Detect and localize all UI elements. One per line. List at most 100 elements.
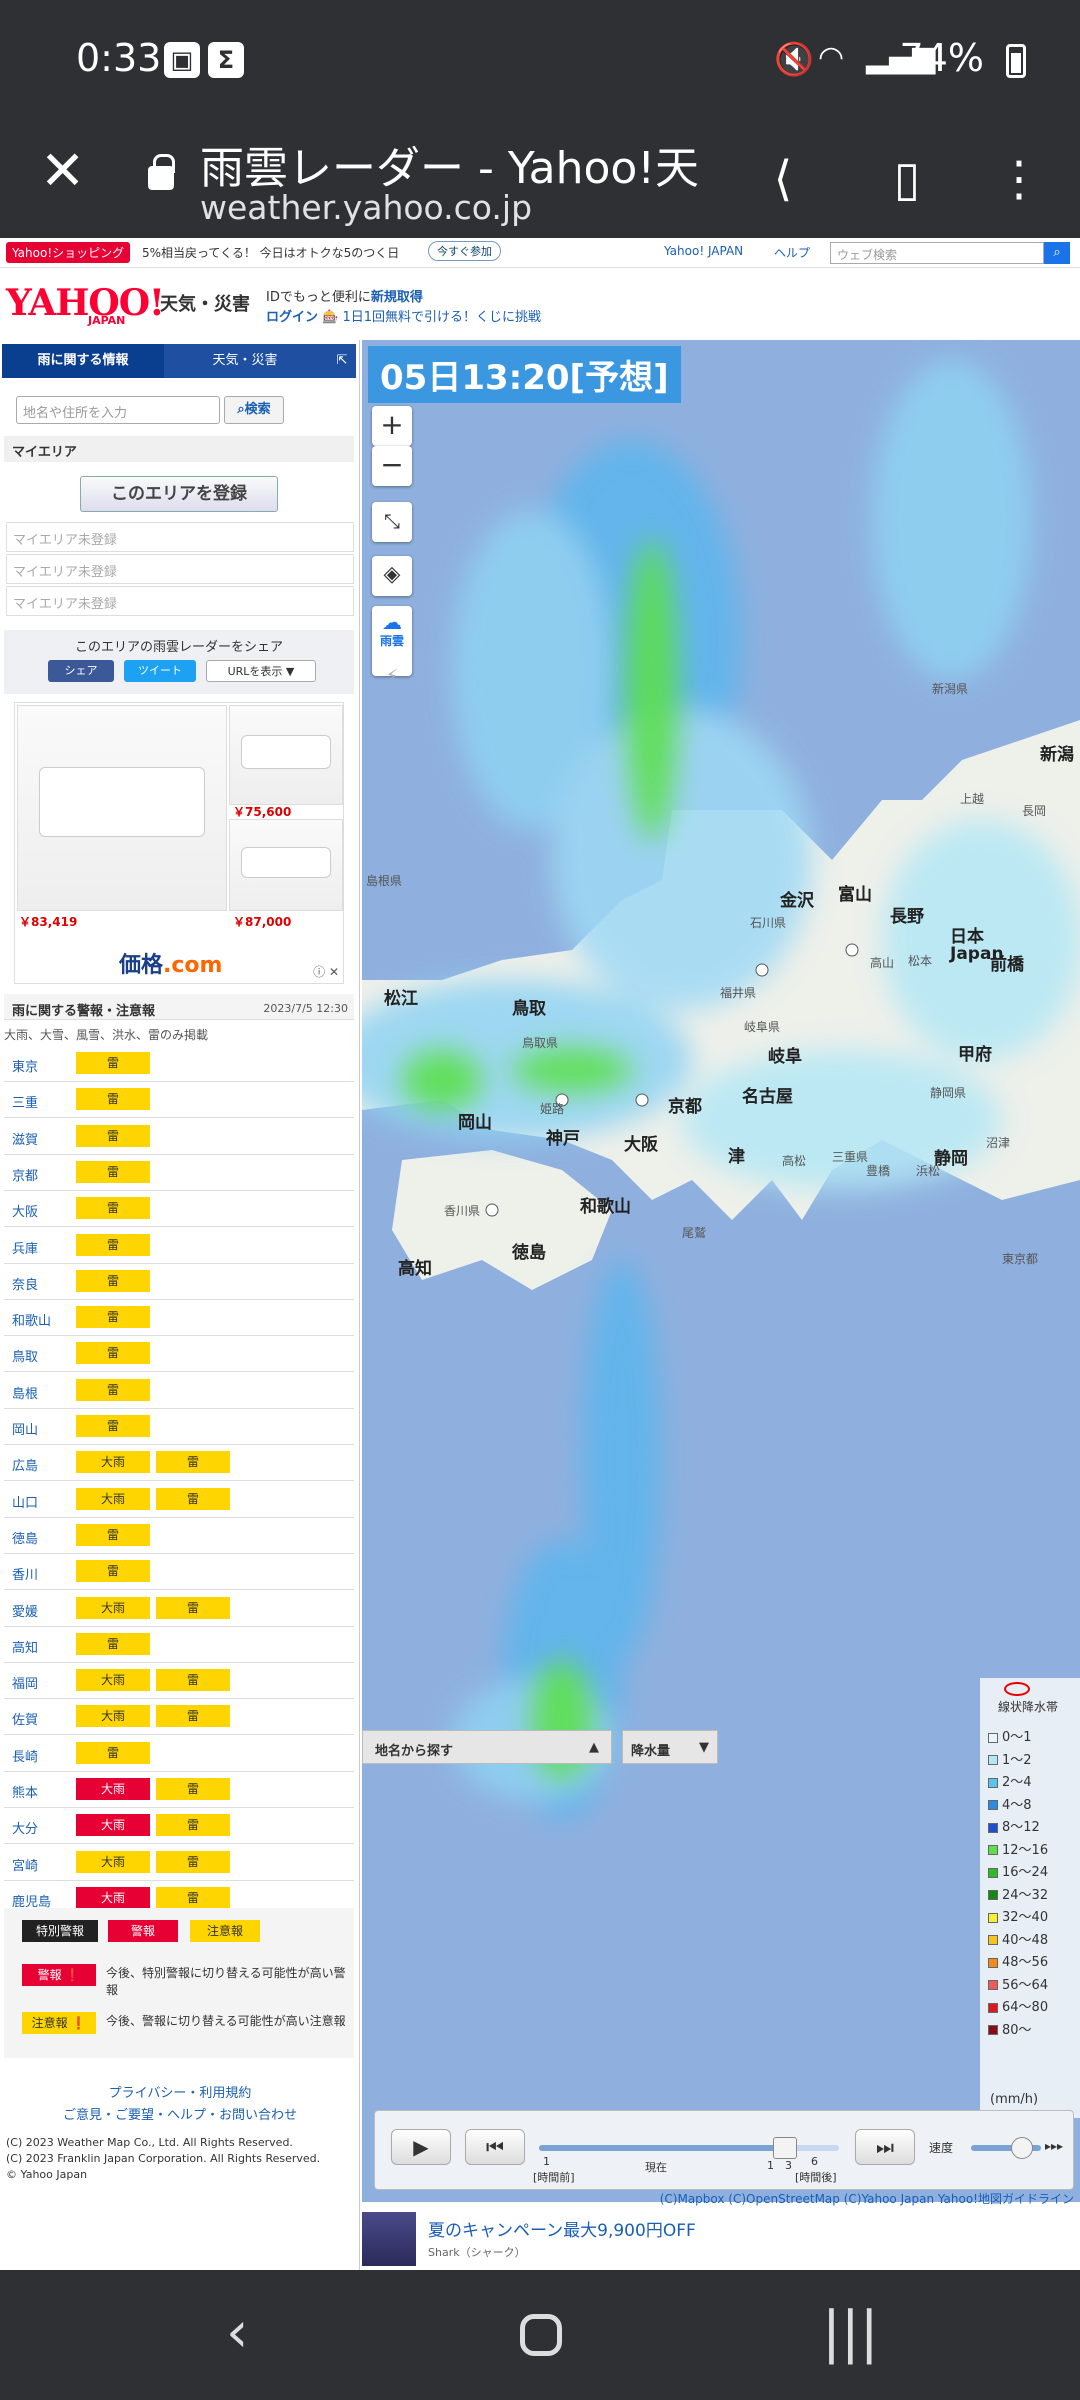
more-menu-icon[interactable]: ⋮ <box>984 144 1054 214</box>
warning-prefecture[interactable]: 愛媛 <box>12 1601 38 1620</box>
feedback-link[interactable]: ご意見・ご要望・ヘルプ・お問い合わせ <box>0 2104 360 2123</box>
warning-row[interactable]: 福岡 大雨雷 <box>4 1663 354 1700</box>
ad-product-image[interactable] <box>229 819 343 911</box>
zoom-in-button[interactable]: + <box>372 406 412 446</box>
warning-prefecture[interactable]: 和歌山 <box>12 1310 51 1329</box>
step-forward-button[interactable]: ⏭ <box>855 2129 915 2165</box>
rain-radar-map[interactable]: 05日13:20[予想] + − ⤡ ◈ ☁ 雨雲 ⚡ 新潟県 上越 新潟 長岡 金沢 富山… <box>362 340 1080 2202</box>
layers-icon[interactable]: ◈ <box>372 556 412 596</box>
page-url[interactable]: weather.yahoo.co.jp <box>200 188 532 227</box>
lottery-link[interactable]: 1日1回無料で引ける！くじに挑戦 <box>342 310 541 325</box>
warning-prefecture[interactable]: 宮崎 <box>12 1855 38 1874</box>
register-area-button[interactable]: このエリアを登録 <box>80 476 278 512</box>
ad-product-image[interactable] <box>229 705 343 805</box>
warning-prefecture[interactable]: 佐賀 <box>12 1709 38 1728</box>
privacy-link[interactable]: プライバシー・利用規約 <box>0 2082 360 2101</box>
warning-row[interactable]: 佐賀 大雨雷 <box>4 1699 354 1736</box>
warning-prefecture[interactable]: 岡山 <box>12 1419 38 1438</box>
warning-prefecture[interactable]: 香川 <box>12 1564 38 1583</box>
warning-row[interactable]: 長崎 雷 <box>4 1736 354 1772</box>
warning-prefecture[interactable]: 兵庫 <box>12 1238 38 1257</box>
warning-row[interactable]: 奈良 雷 <box>4 1264 354 1300</box>
close-tab-icon[interactable]: ✕ <box>40 136 85 206</box>
warning-row[interactable]: 山口 大雨雷 <box>4 1482 354 1518</box>
warning-prefecture[interactable]: 京都 <box>12 1165 38 1184</box>
lock-icon[interactable] <box>148 154 175 190</box>
place-search-input[interactable]: 地名や住所を入力 <box>16 396 220 424</box>
warning-row[interactable]: 和歌山 雷 <box>4 1300 354 1337</box>
warning-row[interactable]: 徳島 雷 <box>4 1518 354 1554</box>
warning-prefecture[interactable]: 山口 <box>12 1492 38 1511</box>
play-button[interactable]: ▶ <box>391 2129 451 2165</box>
time-slider-handle[interactable] <box>773 2137 797 2159</box>
myarea-slot[interactable]: マイエリア未登録 <box>6 586 354 616</box>
help-link[interactable]: ヘルプ <box>774 244 810 261</box>
warning-prefecture[interactable]: 東京 <box>12 1056 38 1075</box>
warning-row[interactable]: 熊本 大雨雷 <box>4 1772 354 1808</box>
join-now-button[interactable]: 今すぐ参加 <box>428 241 501 261</box>
recents-icon[interactable]: ||| <box>822 2300 879 2365</box>
warning-prefecture[interactable]: 奈良 <box>12 1274 38 1293</box>
warning-row[interactable]: 宮崎 大雨雷 <box>4 1845 354 1881</box>
ad-product-image[interactable] <box>17 705 227 911</box>
warning-prefecture[interactable]: 熊本 <box>12 1782 38 1801</box>
shopping-ad-text[interactable]: 5%相当戻ってくる！ 今日はオトクな5のつく日 <box>142 244 399 261</box>
tab-weather-disaster[interactable]: 天気・災害 <box>166 344 324 378</box>
warning-row[interactable]: 高知 雷 <box>4 1627 354 1663</box>
place-search-toggle[interactable]: 地名から探す ▲ <box>362 1730 612 1764</box>
myarea-slot[interactable]: マイエリア未登録 <box>6 554 354 584</box>
map-attribution[interactable]: (C)Mapbox (C)OpenStreetMap (C)Yahoo Japa… <box>362 2190 1080 2210</box>
twitter-share-button[interactable]: ツイート <box>124 660 196 682</box>
login-link[interactable]: ログイン <box>266 310 318 325</box>
home-icon[interactable] <box>520 2314 562 2356</box>
warning-row[interactable]: 三重 雷 <box>4 1082 354 1119</box>
step-back-button[interactable]: ⏮ <box>465 2129 525 2165</box>
yahoo-japan-link[interactable]: Yahoo! JAPAN <box>664 244 743 258</box>
new-id-link[interactable]: 新規取得 <box>371 290 423 305</box>
warning-row[interactable]: 広島 大雨雷 <box>4 1445 354 1482</box>
service-name[interactable]: 天気・災害 <box>160 290 250 316</box>
rain-amount-toggle[interactable]: 降水量 ▼ <box>622 1730 718 1764</box>
ad-close-icon[interactable]: ⓘ ✕ <box>313 963 339 980</box>
warning-row[interactable]: 兵庫 雷 <box>4 1228 354 1264</box>
warning-prefecture[interactable]: 三重 <box>12 1092 38 1111</box>
tab-rain-info[interactable]: 雨に関する情報 <box>2 344 164 378</box>
warning-row[interactable]: 愛媛 大雨雷 <box>4 1591 354 1627</box>
share-icon[interactable]: ⟨ <box>748 144 818 214</box>
promo-ad[interactable]: 夏のキャンペーン最大9,900円OFF Shark（シャーク） <box>362 2208 1080 2268</box>
warning-prefecture[interactable]: 鳥取 <box>12 1346 38 1365</box>
warning-prefecture[interactable]: 長崎 <box>12 1746 38 1765</box>
warning-prefecture[interactable]: 大阪 <box>12 1201 38 1220</box>
warning-prefecture[interactable]: 広島 <box>12 1455 38 1474</box>
zoom-out-button[interactable]: − <box>372 446 412 486</box>
warning-row[interactable]: 大阪 雷 <box>4 1191 354 1228</box>
warning-prefecture[interactable]: 福岡 <box>12 1673 38 1692</box>
speed-slider-handle[interactable] <box>1011 2137 1033 2159</box>
warning-prefecture[interactable]: 徳島 <box>12 1528 38 1547</box>
shopping-link[interactable]: Yahoo!ショッピング <box>6 242 131 263</box>
yahoo-logo[interactable]: YAHOO! <box>6 282 165 324</box>
web-search-input[interactable]: ウェブ検索 <box>830 242 1044 264</box>
promo-thumbnail[interactable] <box>362 2212 416 2266</box>
warning-prefecture[interactable]: 大分 <box>12 1818 38 1837</box>
place-search-button[interactable]: ⌕検索 <box>224 396 284 424</box>
warning-row[interactable]: 鳥取 雷 <box>4 1336 354 1373</box>
search-icon[interactable]: ⌕ <box>1044 242 1070 264</box>
warning-row[interactable]: 滋賀 雷 <box>4 1119 354 1155</box>
warning-row[interactable]: 島根 雷 <box>4 1373 354 1409</box>
ad-banner[interactable]: ￥75,600 ￥83,419 ￥87,000 価格.com ⓘ ✕ <box>14 702 344 984</box>
warning-prefecture[interactable]: 滋賀 <box>12 1129 38 1148</box>
lightning-icon[interactable]: ⚡ <box>372 658 412 698</box>
show-url-dropdown[interactable]: URLを表示 ▼ <box>206 660 316 682</box>
collapse-sidebar-icon[interactable]: ⇱ <box>328 344 356 378</box>
warning-row[interactable]: 香川 雷 <box>4 1554 354 1591</box>
warning-prefecture[interactable]: 高知 <box>12 1637 38 1656</box>
bookmark-icon[interactable]: ▯ <box>872 144 942 214</box>
warning-prefecture[interactable]: 島根 <box>12 1383 38 1402</box>
back-icon[interactable]: ‹ <box>226 2300 248 2365</box>
page-title[interactable]: 雨雲レーダー - Yahoo!天... <box>200 132 700 196</box>
kakaku-logo[interactable]: 価格.com <box>119 947 222 979</box>
myarea-slot[interactable]: マイエリア未登録 <box>6 522 354 552</box>
warning-row[interactable]: 岡山 雷 <box>4 1409 354 1445</box>
facebook-share-button[interactable]: シェア <box>48 660 114 682</box>
